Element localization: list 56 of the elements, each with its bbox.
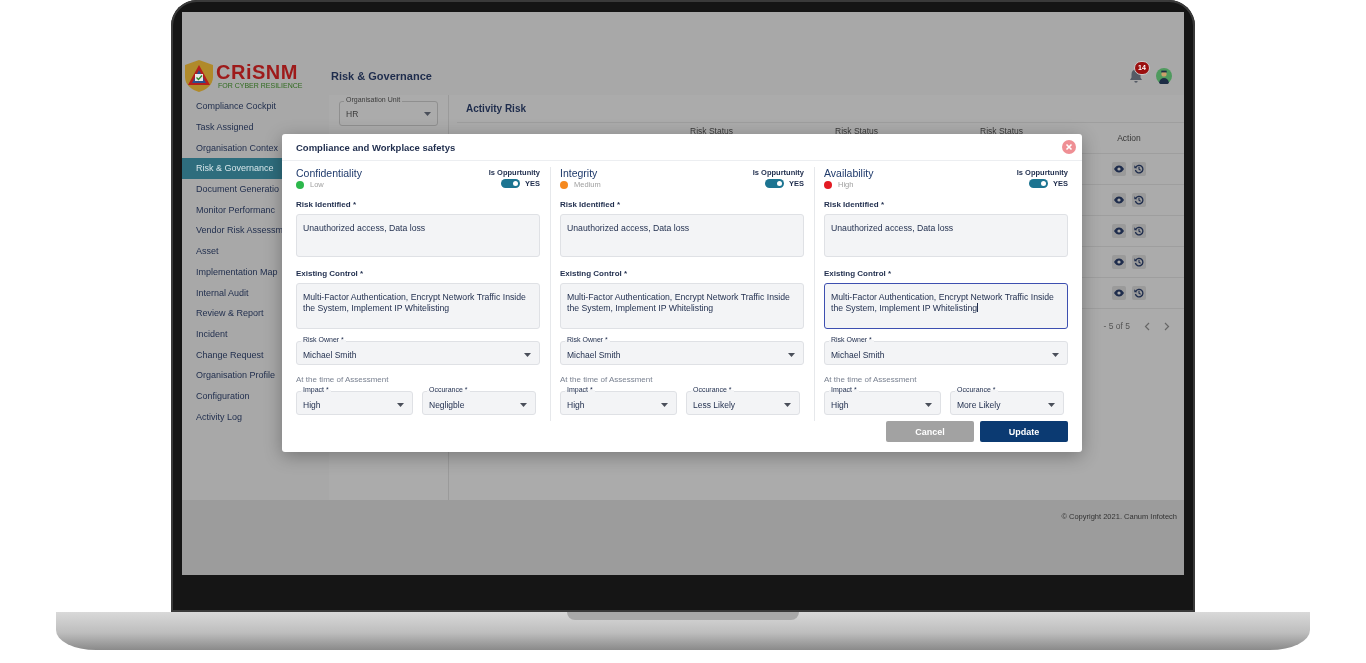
eye-icon[interactable] bbox=[1112, 255, 1126, 269]
logo-name: CRiSNM bbox=[216, 61, 299, 82]
section-subtitle: At the time of Assessment bbox=[824, 375, 918, 385]
section-subtitle: At the time of Assessment bbox=[296, 375, 390, 385]
caret-icon bbox=[524, 352, 531, 357]
caret-icon bbox=[784, 402, 791, 407]
caret-icon bbox=[397, 402, 404, 407]
caret-icon bbox=[788, 352, 795, 357]
eye-icon[interactable] bbox=[1112, 193, 1126, 207]
toggle-switch[interactable] bbox=[501, 179, 520, 188]
history-icon[interactable] bbox=[1132, 162, 1146, 176]
field-label: Existing Control * bbox=[824, 269, 893, 279]
chevron-right-icon[interactable] bbox=[1164, 321, 1170, 331]
column-header: Risk Status bbox=[980, 126, 1023, 136]
pagination-range: - 5 of 5 bbox=[1103, 321, 1130, 331]
history-icon[interactable] bbox=[1132, 255, 1146, 269]
field-label: Risk Identified * bbox=[296, 200, 357, 210]
history-icon[interactable] bbox=[1132, 224, 1146, 238]
caret-icon bbox=[925, 402, 932, 407]
risk-identified-field[interactable]: Unauthorized access, Data loss bbox=[560, 214, 804, 257]
column-header: Action bbox=[1117, 133, 1141, 143]
column-header: Risk Status bbox=[835, 126, 878, 136]
eye-icon[interactable] bbox=[1112, 162, 1126, 176]
section-subtitle: At the time of Assessment bbox=[560, 375, 654, 385]
existing-control-field[interactable]: Multi-Factor Authentication, Encrypt Network Traffic Inside the System, Implement IP Whitelisting bbox=[560, 283, 804, 329]
risk-identified-field[interactable]: Unauthorized access, Data loss bbox=[296, 214, 540, 257]
avatar-icon[interactable] bbox=[1156, 67, 1172, 84]
toggle-switch[interactable] bbox=[765, 179, 784, 188]
eye-icon[interactable] bbox=[1112, 224, 1126, 238]
caret-icon bbox=[424, 111, 431, 116]
chevron-left-icon[interactable] bbox=[1144, 321, 1150, 331]
risk-identified-field[interactable]: Unauthorized access, Data loss bbox=[824, 214, 1068, 257]
page-title: Risk & Governance bbox=[331, 69, 433, 82]
field-label: Existing Control * bbox=[560, 269, 629, 279]
caret-icon bbox=[1052, 352, 1059, 357]
caret-icon bbox=[1048, 402, 1055, 407]
eye-icon[interactable] bbox=[1112, 286, 1126, 300]
update-button[interactable]: Update bbox=[980, 421, 1068, 442]
field-label: Existing Control * bbox=[296, 269, 365, 279]
history-icon[interactable] bbox=[1132, 286, 1146, 300]
shield-logo-icon bbox=[184, 58, 214, 93]
toggle-switch[interactable] bbox=[1029, 179, 1048, 188]
field-label: Risk Identified * bbox=[824, 200, 885, 210]
history-icon[interactable] bbox=[1132, 193, 1146, 207]
column-header: Risk Status bbox=[690, 126, 733, 136]
panel-title: Activity Risk bbox=[466, 103, 527, 114]
existing-control-field[interactable]: Multi-Factor Authentication, Encrypt Network Traffic Inside the System, Implement IP Whitelisting bbox=[824, 283, 1068, 329]
dialog-title: Compliance and Workplace safetys bbox=[296, 141, 456, 153]
caret-icon bbox=[520, 402, 527, 407]
section-title: Availability bbox=[824, 167, 874, 179]
sidebar-item[interactable]: Compliance Cockpit bbox=[182, 96, 329, 117]
caret-icon bbox=[661, 402, 668, 407]
sidebar-item[interactable]: Task Assigned bbox=[182, 116, 329, 138]
section-title: Integrity bbox=[560, 167, 599, 179]
field-label: Risk Identified * bbox=[560, 200, 621, 210]
existing-control-field[interactable]: Multi-Factor Authentication, Encrypt Network Traffic Inside the System, Implement IP Whitelisting bbox=[296, 283, 540, 329]
